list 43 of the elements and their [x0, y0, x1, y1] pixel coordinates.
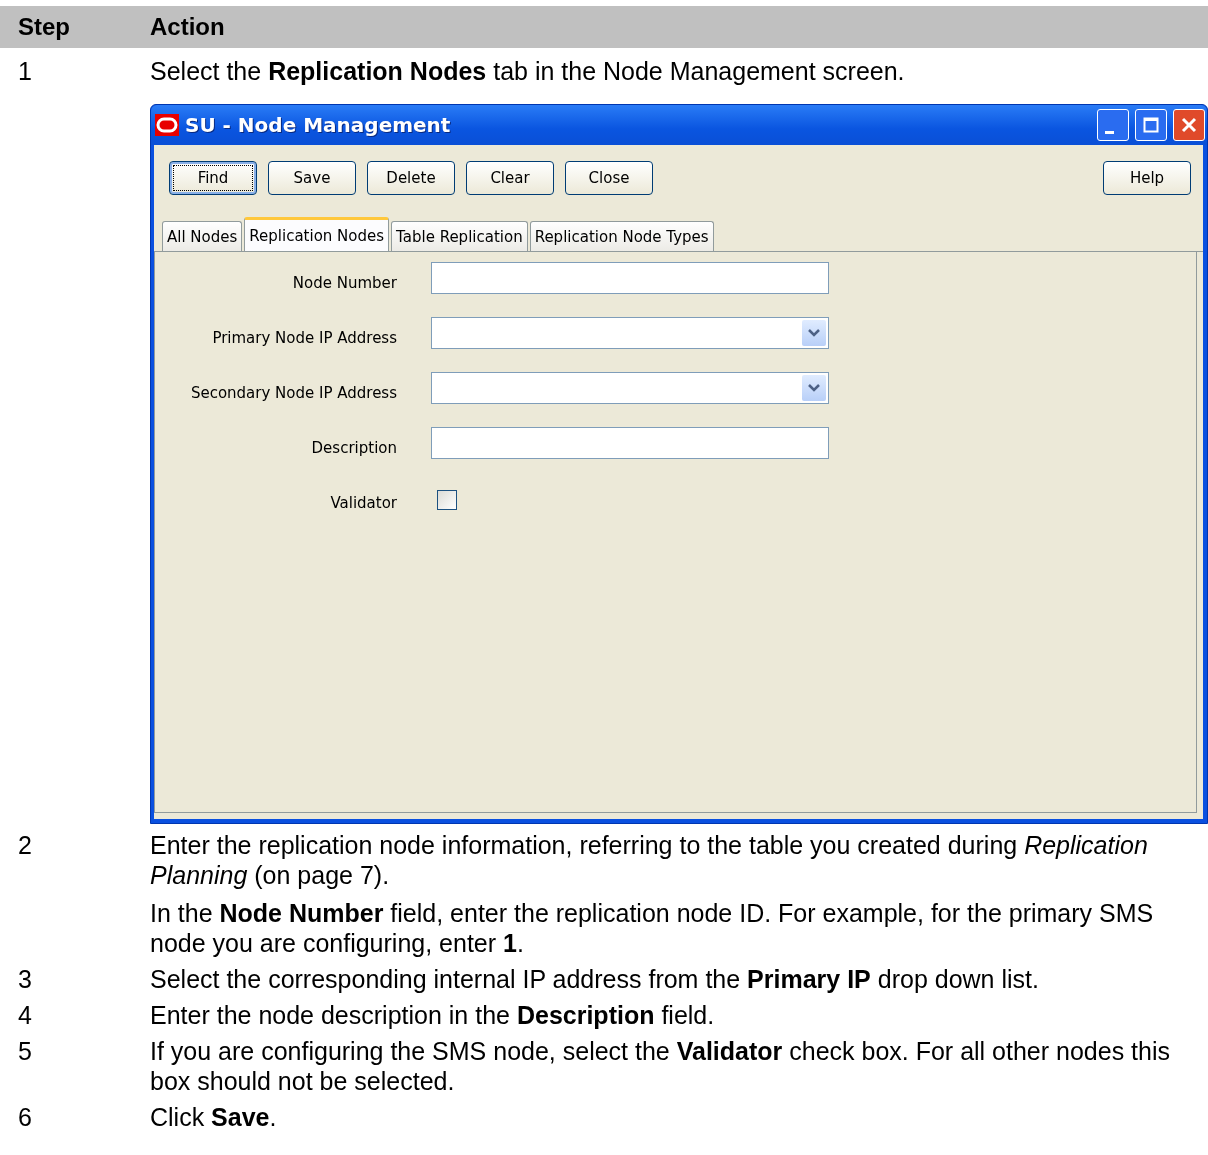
- step-text: In the Node Number field, enter the replication node ID. For example, for the primary SMS node you are configuring, enter 1.: [150, 898, 1155, 958]
- step-number: 6: [18, 1102, 33, 1132]
- checkbox[interactable]: [437, 490, 457, 510]
- step-number: 5: [18, 1036, 33, 1067]
- column-heading: Step: [18, 13, 71, 41]
- app-logo-icon: [155, 114, 179, 136]
- tab[interactable]: Replication Node Types: [529, 221, 714, 251]
- minimize-icon: [1104, 130, 1114, 134]
- field-label: Node Number: [291, 273, 397, 294]
- column-heading: Action: [150, 13, 226, 41]
- text-field[interactable]: [431, 427, 829, 459]
- step-text: Enter the node description in the Description field.: [150, 1000, 716, 1030]
- step-number: 3: [18, 964, 33, 994]
- tab[interactable]: Table Replication: [391, 221, 528, 251]
- text-field[interactable]: [431, 262, 829, 294]
- close-button[interactable]: [1173, 109, 1205, 141]
- window-title: SU - Node Management: [185, 113, 452, 137]
- toolbar-button[interactable]: Save: [268, 161, 356, 195]
- step-text: If you are configuring the SMS node, select the Validator check box. For all other nodes this box should not be selected.: [150, 1036, 1171, 1096]
- field-label: Description: [310, 438, 397, 459]
- help-button[interactable]: Help: [1103, 161, 1191, 195]
- tab[interactable]: All Nodes: [162, 221, 243, 251]
- toolbar-button[interactable]: Delete: [367, 161, 455, 195]
- maximize-button[interactable]: [1135, 109, 1167, 141]
- toolbar-button[interactable]: Find: [169, 161, 257, 195]
- step-text: Select the corresponding internal IP address from the Primary IP drop down list.: [150, 964, 1040, 994]
- minimize-button[interactable]: [1097, 109, 1129, 141]
- step-number: 2: [18, 830, 33, 861]
- field-label: Validator: [329, 493, 397, 514]
- close-icon: [1181, 117, 1197, 133]
- step-text: Select the Replication Nodes tab in the Node Management screen.: [150, 56, 906, 86]
- toolbar-button[interactable]: Close: [565, 161, 653, 195]
- dropdown-field[interactable]: [431, 317, 829, 349]
- field-label: Primary Node IP Address: [211, 328, 397, 349]
- field-label: Secondary Node IP Address: [189, 383, 397, 404]
- step-text: Click Save.: [150, 1102, 278, 1132]
- step-number: 4: [18, 1000, 33, 1030]
- step-number: 1: [18, 56, 33, 87]
- toolbar-button[interactable]: Clear: [466, 161, 554, 195]
- dropdown-field[interactable]: [431, 372, 829, 404]
- maximize-icon: [1143, 117, 1159, 133]
- step-text: Enter the replication node information, referring to the table you created during Replication Planning (on page 7).: [150, 830, 1149, 890]
- tab[interactable]: Replication Nodes: [244, 217, 390, 251]
